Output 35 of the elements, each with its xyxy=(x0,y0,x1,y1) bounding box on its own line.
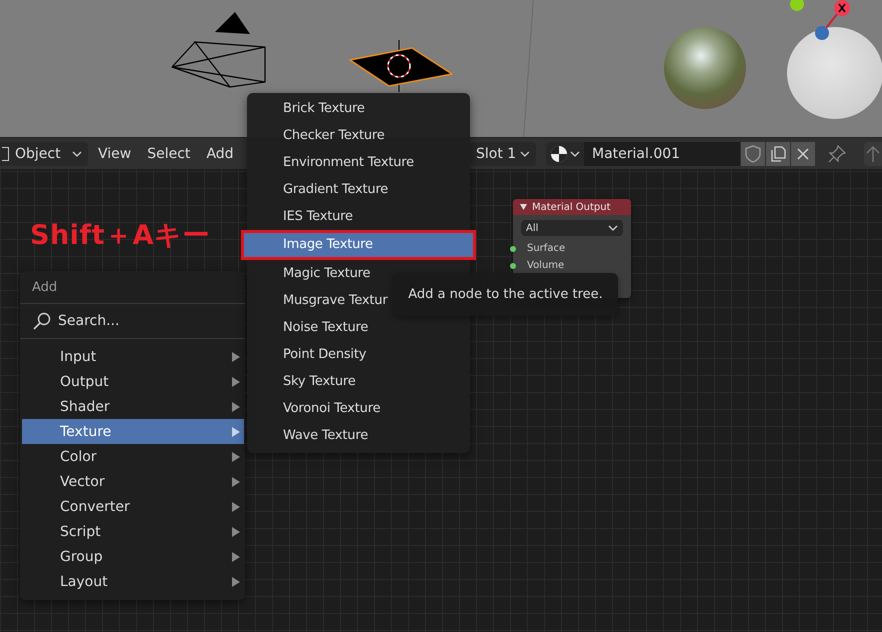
menu-item[interactable]: Point Density xyxy=(247,341,470,368)
menu-item[interactable]: Checker Texture xyxy=(247,122,470,149)
menu-item[interactable]: Input xyxy=(22,344,244,369)
menu-item[interactable]: Vector xyxy=(22,469,244,494)
header-menu[interactable]: View xyxy=(92,142,138,166)
menu-item[interactable]: Image Texture xyxy=(241,230,476,260)
menu-item[interactable]: Output xyxy=(22,369,244,394)
mode-dropdown[interactable]: Object xyxy=(0,142,88,166)
menu-item[interactable]: Sky Texture xyxy=(247,368,470,395)
menu-item[interactable]: Gradient Texture xyxy=(247,176,470,203)
menu-item[interactable]: Voronoi Texture xyxy=(247,395,470,422)
menu-item[interactable]: Texture xyxy=(22,419,244,444)
menu-item[interactable]: Environment Texture xyxy=(247,149,470,176)
socket-label: Volume xyxy=(527,260,564,271)
menu-item[interactable]: IES Texture xyxy=(247,203,470,230)
menu-item[interactable]: Converter xyxy=(22,494,244,519)
node-header: Material Output xyxy=(513,199,631,215)
slot-dropdown[interactable]: Slot 1 xyxy=(470,142,536,166)
search-field[interactable]: Search... xyxy=(20,304,245,338)
menu-item[interactable]: Brick Texture xyxy=(247,95,470,122)
menu-item[interactable]: Color xyxy=(22,444,244,469)
menu-item[interactable]: Wave Texture xyxy=(247,422,470,449)
shortcut-caption: Shift＋Aキー xyxy=(30,219,210,253)
menu-item[interactable]: Layout xyxy=(22,569,244,594)
menu-title: Add xyxy=(31,279,58,297)
menu-item[interactable]: Noise Texture xyxy=(247,314,470,341)
socket-label: Surface xyxy=(527,243,566,254)
tooltip: Add a node to the active tree. xyxy=(393,273,618,316)
material-name-field[interactable]: Material.001 xyxy=(584,142,740,166)
header-menu[interactable]: Add xyxy=(200,142,240,166)
menu-item[interactable]: Shader xyxy=(22,394,244,419)
target-dropdown[interactable]: All xyxy=(521,220,623,236)
menu-item[interactable]: Group xyxy=(22,544,244,569)
header-menu[interactable]: Select xyxy=(141,142,196,166)
menu-item[interactable]: Script xyxy=(22,519,244,544)
